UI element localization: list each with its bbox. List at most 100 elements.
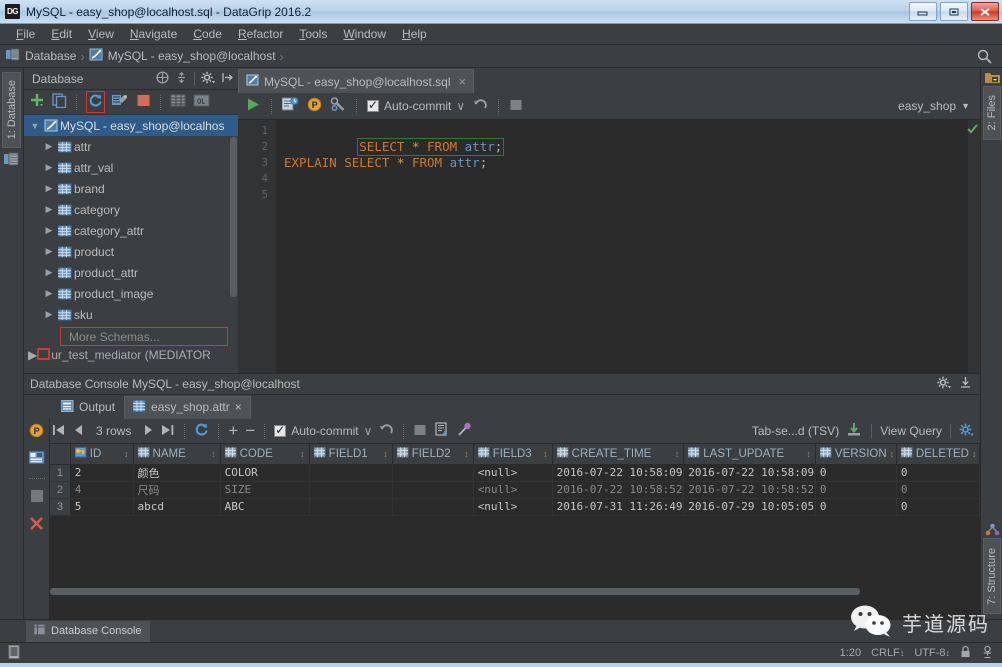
stop-icon[interactable] bbox=[136, 93, 151, 111]
tree-item-category[interactable]: ▶ category bbox=[24, 199, 238, 220]
tree-item-clipped[interactable]: ▶ ur_test_mediator (MEDIATOR bbox=[24, 346, 238, 364]
gear-icon[interactable] bbox=[959, 423, 974, 440]
column-header-create-time[interactable]: CREATE_TIME ↕ bbox=[552, 444, 685, 465]
cell-field3[interactable]: <null> bbox=[473, 464, 553, 482]
sort-icon[interactable]: ↕ bbox=[543, 449, 548, 459]
data-source-properties-icon[interactable] bbox=[112, 93, 129, 111]
rollback-icon[interactable] bbox=[379, 423, 394, 440]
console-icon[interactable]: QL bbox=[193, 93, 210, 111]
breadcrumb-item-datasource[interactable]: MySQL - easy_shop@localhost bbox=[89, 48, 276, 64]
chevron-updown-icon[interactable]: ↕ bbox=[946, 648, 951, 658]
lock-icon[interactable] bbox=[960, 645, 971, 661]
grid-autocommit-toggle[interactable]: Auto-commit ∨ bbox=[274, 423, 372, 438]
inspector-icon[interactable] bbox=[981, 645, 994, 661]
next-row-button[interactable] bbox=[142, 424, 154, 439]
stop-icon[interactable] bbox=[30, 489, 44, 506]
cell-id[interactable]: 5 bbox=[70, 498, 134, 516]
tree-item-brand[interactable]: ▶ brand bbox=[24, 178, 238, 199]
copy-icon[interactable] bbox=[52, 93, 67, 111]
caret-position[interactable]: 1:20 bbox=[840, 647, 861, 659]
gear-icon[interactable] bbox=[201, 71, 215, 87]
table-icon[interactable] bbox=[170, 93, 186, 111]
collapse-icon[interactable] bbox=[175, 71, 188, 87]
cell-create-time[interactable]: 2016-07-31 11:26:49 bbox=[552, 498, 685, 516]
column-header-name[interactable]: NAME ↕ bbox=[133, 444, 221, 465]
menu-view[interactable]: View bbox=[80, 25, 122, 43]
cell-deleted[interactable]: 0 bbox=[896, 498, 980, 516]
gear-icon[interactable] bbox=[937, 376, 951, 392]
add-row-button[interactable]: + bbox=[228, 422, 238, 439]
sort-icon[interactable]: ↕ bbox=[890, 449, 895, 459]
cell-field1[interactable] bbox=[309, 498, 393, 516]
prev-row-button[interactable] bbox=[73, 424, 85, 439]
cell-id[interactable]: 4 bbox=[70, 481, 134, 499]
chevron-right-icon[interactable]: ▶ bbox=[28, 348, 37, 362]
column-header-field3[interactable]: FIELD3 ↕ bbox=[473, 444, 553, 465]
tree-item-product_attr[interactable]: ▶ product_attr bbox=[24, 262, 238, 283]
cell-version[interactable]: 0 bbox=[815, 498, 897, 516]
cell-field2[interactable] bbox=[392, 481, 474, 499]
refresh-icon[interactable] bbox=[86, 91, 105, 113]
maximize-button[interactable] bbox=[940, 2, 968, 21]
table-row[interactable]: 3 5 abcd ABC <null> 2016-07-31 11:26:49 … bbox=[50, 498, 980, 516]
cell-name[interactable]: 颜色 bbox=[133, 464, 221, 482]
cell-name[interactable]: 尺码 bbox=[133, 481, 221, 499]
tree-item-attr_val[interactable]: ▶ attr_val bbox=[24, 157, 238, 178]
cell-id[interactable]: 2 bbox=[70, 464, 134, 482]
chevron-down-icon[interactable]: ∨ bbox=[456, 99, 465, 113]
column-header-version[interactable]: VERSION ↕ bbox=[815, 444, 897, 465]
menu-tools[interactable]: Tools bbox=[291, 25, 335, 43]
execute-console-icon[interactable] bbox=[281, 96, 299, 115]
chevron-down-icon[interactable]: ▼ bbox=[961, 101, 970, 111]
chevron-updown-icon[interactable]: ↕ bbox=[900, 648, 905, 658]
sidebar-tab-database[interactable]: 1: Database bbox=[2, 72, 21, 148]
cell-code[interactable]: ABC bbox=[220, 498, 310, 516]
close-icon[interactable]: × bbox=[235, 400, 242, 414]
tree-root-datasource[interactable]: ▼ MySQL - easy_shop@localhos bbox=[24, 115, 238, 136]
chevron-right-icon[interactable]: ▶ bbox=[42, 246, 56, 257]
tree-item-category_attr[interactable]: ▶ category_attr bbox=[24, 220, 238, 241]
more-schemas-button[interactable]: More Schemas... bbox=[60, 327, 228, 346]
delete-row-button[interactable]: − bbox=[245, 422, 255, 439]
breadcrumb-item-database[interactable]: Database bbox=[6, 48, 76, 64]
cell-field2[interactable] bbox=[392, 464, 474, 482]
cell-create-time[interactable]: 2016-07-22 10:58:52 bbox=[552, 481, 685, 499]
sort-icon[interactable]: ↕ bbox=[124, 449, 129, 459]
cell-field1[interactable] bbox=[309, 481, 393, 499]
chevron-right-icon[interactable]: ▶ bbox=[42, 267, 56, 278]
cell-field1[interactable] bbox=[309, 464, 393, 482]
tree-item-product_image[interactable]: ▶ product_image bbox=[24, 283, 238, 304]
table-row[interactable]: 1 2 颜色 COLOR <null> 2016-07-22 10:58:09 … bbox=[50, 464, 980, 482]
parameters-icon[interactable]: P bbox=[29, 423, 44, 441]
hide-icon[interactable] bbox=[221, 71, 234, 87]
last-row-button[interactable] bbox=[161, 424, 175, 439]
console-tab-output[interactable]: Output bbox=[52, 396, 124, 419]
column-header-deleted[interactable]: DELETED ↕ bbox=[896, 444, 980, 465]
cell-deleted[interactable]: 0 bbox=[896, 464, 980, 482]
sort-icon[interactable]: ↕ bbox=[972, 449, 977, 459]
cell-name[interactable]: abcd bbox=[133, 498, 221, 516]
sort-icon[interactable]: ↕ bbox=[300, 449, 305, 459]
parameters-icon[interactable]: P bbox=[307, 97, 322, 115]
run-icon[interactable] bbox=[246, 97, 261, 115]
expand-icon[interactable] bbox=[156, 70, 169, 87]
value-editor-icon[interactable] bbox=[28, 451, 45, 468]
memory-indicator-icon[interactable] bbox=[8, 644, 20, 662]
cell-create-time[interactable]: 2016-07-22 10:58:09 bbox=[552, 464, 685, 482]
column-header-last-update[interactable]: LAST_UPDATE ↕ bbox=[683, 444, 816, 465]
code-editor[interactable]: 1 2 3 4 5 SELECT * FROM attr; EXPLAIN SE… bbox=[238, 120, 980, 373]
menu-window[interactable]: Window bbox=[335, 25, 394, 43]
menu-code[interactable]: Code bbox=[185, 25, 230, 43]
menu-help[interactable]: Help bbox=[394, 25, 435, 43]
first-row-button[interactable] bbox=[52, 424, 66, 439]
stop-icon[interactable] bbox=[509, 98, 523, 115]
database-icon-strip[interactable] bbox=[4, 152, 19, 169]
cell-version[interactable]: 0 bbox=[815, 464, 897, 482]
editor-tab-sql[interactable]: MySQL - easy_shop@localhost.sql × bbox=[238, 69, 475, 93]
cell-last-update[interactable]: 2016-07-22 10:58:09 bbox=[683, 464, 816, 482]
column-header-field1[interactable]: FIELD1 ↕ bbox=[309, 444, 393, 465]
menu-refactor[interactable]: Refactor bbox=[230, 25, 291, 43]
cell-field3[interactable]: <null> bbox=[473, 498, 553, 516]
table-row[interactable]: 2 4 尺码 SIZE <null> 2016-07-22 10:58:52 2… bbox=[50, 481, 980, 499]
tree-item-sku[interactable]: ▶ sku bbox=[24, 304, 238, 325]
